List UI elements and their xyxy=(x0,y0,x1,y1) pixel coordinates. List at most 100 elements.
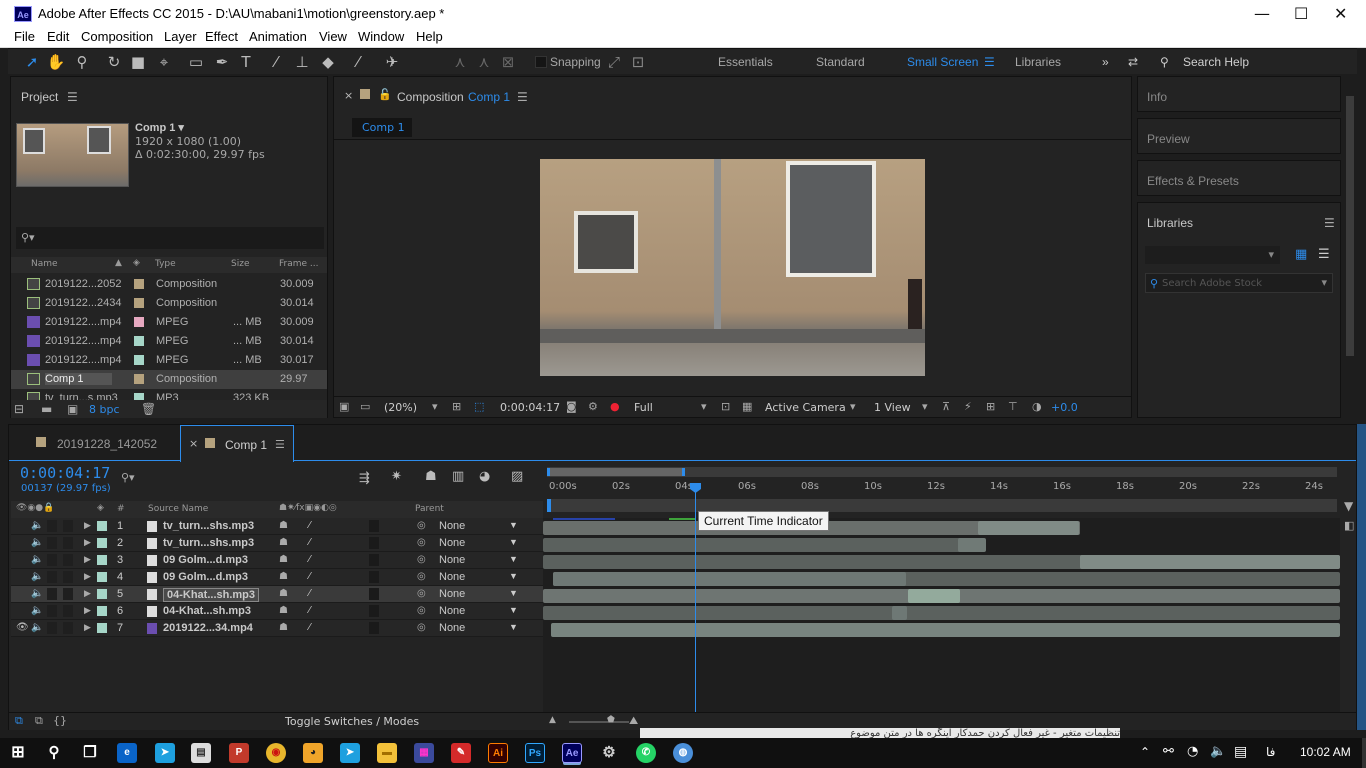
workspace-standard[interactable]: Standard xyxy=(816,55,865,69)
illustrator-icon[interactable]: Ai xyxy=(488,743,508,763)
menu-file[interactable]: File xyxy=(14,28,35,44)
menu-animation[interactable]: Animation xyxy=(249,28,307,44)
chrome-icon[interactable]: ◉ xyxy=(266,743,286,763)
lock-toggle[interactable] xyxy=(63,571,73,583)
exposure-reset-icon[interactable]: ◑ xyxy=(1032,400,1042,413)
exposure-value[interactable]: +0.0 xyxy=(1051,401,1078,414)
bpc-button[interactable]: 8 bpc xyxy=(89,403,120,416)
solo-toggle[interactable] xyxy=(47,605,57,617)
parent-pickwhip-icon[interactable]: ◎ xyxy=(417,537,426,548)
comp-button-icon[interactable]: ◧ xyxy=(1344,519,1354,532)
zoom-slider-handle[interactable]: ⬟ xyxy=(607,715,615,725)
menu-layer[interactable]: Layer xyxy=(164,28,197,44)
menu-composition[interactable]: Composition xyxy=(81,28,153,44)
pdf-reader-icon[interactable]: ✎ xyxy=(451,743,471,763)
twirl-expand-icon[interactable]: ▶ xyxy=(84,554,91,565)
timeline-icon[interactable]: ⊞ xyxy=(986,400,995,413)
current-time-display[interactable]: 0:00:04:17 xyxy=(20,464,110,482)
parent-pickwhip-icon[interactable]: ◎ xyxy=(417,622,426,633)
switch-box[interactable] xyxy=(369,588,379,600)
viewer-timecode[interactable]: 0:00:04:17 xyxy=(500,401,560,414)
label-color-swatch[interactable] xyxy=(134,298,144,308)
timeline-layer-row[interactable]: 🔈 ▶ 6 04-Khat...sh.mp3 ☗ ⁄ ◎ None ▼ xyxy=(11,603,543,620)
clone-stamp-tool-icon[interactable]: ⊥ xyxy=(292,52,312,72)
layer-name[interactable]: tv_turn...shs.mp3 xyxy=(163,520,254,532)
toggle-switches-modes-button[interactable]: Toggle Switches / Modes xyxy=(285,715,419,728)
edge-browser-icon[interactable]: e xyxy=(117,743,137,763)
globe-icon[interactable]: ◍ xyxy=(673,743,693,763)
timeline-layer-row[interactable]: 👁 🔈 ▶ 7 2019122...34.mp4 ☗ ⁄ ◎ None ▼ xyxy=(11,620,543,637)
lock-toggle[interactable] xyxy=(63,554,73,566)
search-help-field[interactable]: Search Help xyxy=(1183,55,1249,69)
preview-panel-title[interactable]: Preview xyxy=(1147,132,1190,146)
store-icon[interactable]: ▤ xyxy=(191,743,211,763)
comp-marker-bin-icon[interactable]: ▼ xyxy=(1344,499,1353,513)
libraries-panel-title[interactable]: Libraries xyxy=(1147,216,1193,230)
chevron-down-icon[interactable]: ▾ xyxy=(850,400,856,413)
audio-speaker-icon[interactable]: 🔈 xyxy=(31,554,43,565)
draft-3d-icon[interactable]: ✷ xyxy=(391,469,402,484)
audio-speaker-icon[interactable]: 🔈 xyxy=(31,605,43,616)
show-desktop-button[interactable] xyxy=(1362,738,1366,768)
solo-toggle[interactable] xyxy=(47,588,57,600)
safe-margins-icon[interactable]: ⊞ xyxy=(452,400,461,413)
telegram-icon[interactable]: ➤ xyxy=(155,743,175,763)
solo-toggle[interactable] xyxy=(47,537,57,549)
layer-name[interactable]: 09 Golm...d.mp3 xyxy=(163,571,248,583)
network-icon[interactable]: ⚯ xyxy=(1163,744,1174,759)
snap-edge-icon[interactable]: ⤢ xyxy=(604,52,624,72)
magnification-dropdown[interactable]: (20%) xyxy=(384,401,417,414)
eraser-tool-icon[interactable]: ◆ xyxy=(318,52,338,72)
layer-name[interactable]: 04-Khat...sh.mp3 xyxy=(163,588,260,602)
col-frame[interactable]: Frame ... xyxy=(279,259,319,269)
quality-switch-icon[interactable]: ⁄ xyxy=(309,554,311,565)
video-visibility-eye-icon[interactable]: 👁 xyxy=(16,622,29,633)
wifi-icon[interactable]: ◔ xyxy=(1187,744,1198,759)
timeline-layer-row[interactable]: 🔈 ▶ 2 tv_turn...shs.mp3 ☗ ⁄ ◎ None ▼ xyxy=(11,535,543,552)
audio-speaker-icon[interactable]: 🔈 xyxy=(31,622,43,633)
composition-panel-menu-icon[interactable]: ☰ xyxy=(517,90,528,104)
time-ruler[interactable]: 0:00s 02s 04s 06s 08s 10s 12s 14s 16s 18s 20s 22s 24… xyxy=(547,479,1337,497)
timeline-layer-row[interactable]: 🔈 ▶ 3 09 Golm...d.mp3 ☗ ⁄ ◎ None ▼ xyxy=(11,552,543,569)
label-tag-icon[interactable]: ◈ xyxy=(97,503,104,513)
solo-toggle[interactable] xyxy=(47,520,57,532)
audio-speaker-icon[interactable]: 🔈 xyxy=(31,588,43,599)
project-item-row[interactable]: Comp 1 Composition 29.97 xyxy=(11,370,327,389)
shy-switch-icon[interactable]: ☗ xyxy=(279,537,288,548)
pan-behind-tool-icon[interactable]: ⌖ xyxy=(154,52,174,72)
chevron-down-icon[interactable]: ▼ xyxy=(509,571,518,581)
resolution-dropdown[interactable]: Full xyxy=(634,401,653,414)
composition-panel-title[interactable]: Composition xyxy=(397,90,464,104)
parent-dropdown[interactable]: None xyxy=(439,554,465,566)
camera-tool-icon[interactable]: ■ xyxy=(128,52,148,72)
type-tool-icon[interactable]: T xyxy=(236,52,256,72)
parent-dropdown[interactable]: None xyxy=(439,622,465,634)
motion-blur-icon[interactable]: ◕ xyxy=(479,469,490,484)
zoom-in-icon[interactable]: ⛰ xyxy=(629,714,638,728)
color-channels-icon[interactable]: ● xyxy=(610,400,620,413)
toggle-pixel-aspect-icon[interactable]: ⊼ xyxy=(942,400,950,413)
layer-label-swatch[interactable] xyxy=(97,606,107,616)
layer-label-swatch[interactable] xyxy=(97,555,107,565)
search-icon[interactable]: ⚲ xyxy=(44,743,64,763)
label-color-swatch[interactable] xyxy=(134,374,144,384)
switch-box[interactable] xyxy=(369,622,379,634)
always-preview-icon[interactable]: ▣ xyxy=(339,400,349,413)
close-button[interactable]: ✕ xyxy=(1334,4,1347,23)
project-item-row[interactable]: 2019122....mp4 MPEG ... MB 30.017 xyxy=(11,351,327,370)
chevron-down-icon[interactable]: ▼ xyxy=(509,520,518,530)
parent-pickwhip-icon[interactable]: ◎ xyxy=(417,520,426,531)
lock-toggle[interactable] xyxy=(63,605,73,617)
transfer-controls-pane-icon[interactable]: ⧉ xyxy=(35,714,43,728)
work-area-bar[interactable] xyxy=(547,499,1337,512)
graph-editor-icon[interactable]: ▨ xyxy=(511,469,523,484)
layer-label-swatch[interactable] xyxy=(97,572,107,582)
chevron-down-icon[interactable]: ▼ xyxy=(509,554,518,564)
project-panel-menu-icon[interactable]: ☰ xyxy=(67,90,78,104)
shy-switch-icon[interactable]: ☗ xyxy=(279,520,288,531)
menu-edit[interactable]: Edit xyxy=(47,28,69,44)
file-explorer-icon[interactable]: ▬ xyxy=(377,743,397,763)
switch-box[interactable] xyxy=(369,605,379,617)
lock-toggle[interactable] xyxy=(63,622,73,634)
switch-box[interactable] xyxy=(369,554,379,566)
